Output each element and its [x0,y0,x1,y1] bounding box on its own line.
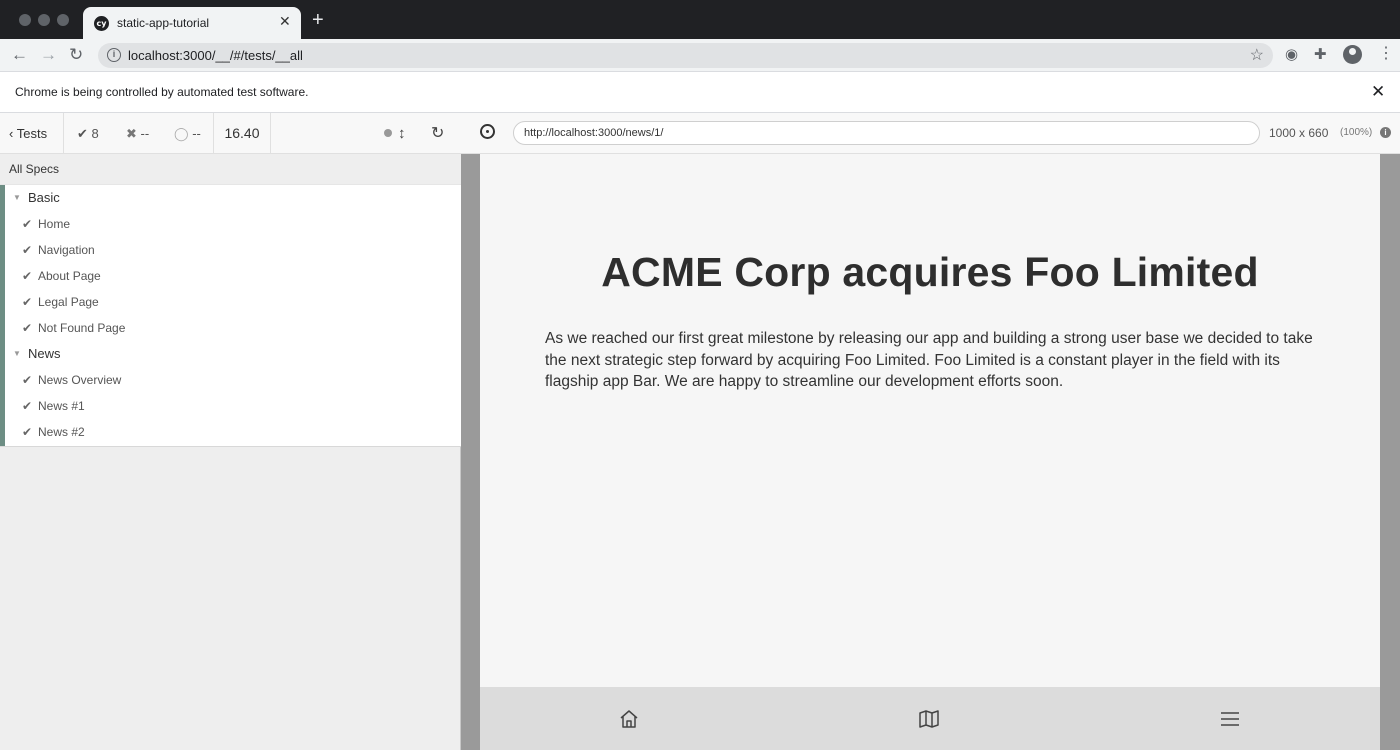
passed-count: 8 [91,126,99,141]
article-body: As we reached our first great milestone … [545,330,1313,390]
test-label: Navigation [38,243,95,257]
reporter-controls: ↕ ↻ [271,113,461,154]
reporter-header: ‹ Tests ✔ 8 ✖ -- ◯ -- 16.40 ↕ ↻ [0,113,461,154]
cypress-favicon-icon: cy [94,16,109,31]
caret-down-icon: ▼ [13,193,21,202]
new-tab-icon[interactable]: + [312,10,324,30]
home-icon[interactable] [618,708,640,730]
rerun-tests-icon[interactable]: ↻ [431,113,444,154]
aut-panel: http://localhost:3000/news/1/ 1000 x 660… [461,113,1400,750]
automation-infobar: Chrome is being controlled by automated … [0,72,1400,113]
extensions-puzzle-icon[interactable]: ✚ [1314,47,1327,63]
test-label: News Overview [38,373,122,387]
window-close-dot[interactable] [19,14,31,26]
browser-tab-bar: cy static-app-tutorial ✕ + [0,0,1400,39]
viewport-info-icon[interactable]: i [1380,127,1391,138]
caret-down-icon: ▼ [13,349,21,358]
window-zoom-dot[interactable] [57,14,69,26]
viewport-size: 1000 x 660 [1269,126,1329,140]
test-item[interactable]: ✔ Home [5,211,461,237]
test-label: News #1 [38,399,85,413]
test-item[interactable]: ✔ News #1 [5,393,461,419]
test-label: Not Found Page [38,321,126,335]
auto-scroll-toggle-icon[interactable]: ↕ [398,113,406,154]
window-minimize-dot[interactable] [38,14,50,26]
test-item[interactable]: ✔ News #2 [5,419,461,445]
back-to-tests-button[interactable]: ‹ Tests [0,113,64,154]
failed-count: -- [140,126,150,141]
address-bar[interactable]: i localhost:3000/__/#/tests/__all ☆ [98,43,1273,68]
bookmark-star-icon[interactable]: ☆ [1250,45,1264,65]
test-label: Home [38,217,71,231]
check-icon: ✔ [22,399,33,413]
menu-icon[interactable] [1219,708,1241,730]
check-icon: ✔ [77,126,88,141]
viewport-scale: (100%) [1340,127,1373,138]
infobar-message: Chrome is being controlled by automated … [15,85,309,99]
book-icon[interactable] [918,708,940,730]
cross-icon: ✖ [126,126,137,141]
browser-tab[interactable]: cy static-app-tutorial ✕ [83,7,301,39]
suite-label: Basic [28,190,60,205]
test-label: Legal Page [38,295,99,309]
check-icon: ✔ [22,269,33,283]
check-icon: ✔ [22,243,33,257]
suite-basic[interactable]: ▼ Basic [5,185,461,211]
cypress-reporter: ‹ Tests ✔ 8 ✖ -- ◯ -- 16.40 ↕ ↻ All Spec… [0,113,461,750]
pending-count: -- [192,126,201,141]
suite-label: News [28,346,61,361]
reporter-stats: ✔ 8 ✖ -- ◯ -- [64,113,214,154]
chevron-left-icon: ‹ [9,126,14,141]
passed-stat: ✔ 8 [77,113,99,154]
aut-url-field[interactable]: http://localhost:3000/news/1/ [513,121,1260,145]
more-menu-icon[interactable]: ⋮ [1378,45,1394,63]
all-specs-label: All Specs [0,154,461,185]
back-to-tests-label: Tests [16,126,48,141]
app-viewport: ACME Corp acquires Foo Limited As we rea… [480,154,1380,750]
browser-toolbar: ← → ↻ i localhost:3000/__/#/tests/__all … [0,39,1400,72]
failed-stat: ✖ -- [126,113,149,154]
profile-avatar-icon[interactable] [1343,45,1362,64]
test-item[interactable]: ✔ News Overview [5,367,461,393]
reload-icon[interactable]: ↻ [69,45,83,65]
check-icon: ✔ [22,425,33,439]
test-tree: ▼ Basic ✔ Home ✔ Navigation ✔ About Page… [0,185,461,447]
cypress-extension-icon[interactable]: ◉ [1285,47,1298,63]
pending-stat: ◯ -- [174,113,201,154]
check-icon: ✔ [22,373,33,387]
run-duration: 16.40 [214,113,271,154]
check-icon: ✔ [22,295,33,309]
check-icon: ✔ [22,321,33,335]
aut-header: http://localhost:3000/news/1/ 1000 x 660… [461,113,1400,154]
tab-close-icon[interactable]: ✕ [279,13,291,30]
article-title: ACME Corp acquires Foo Limited [601,249,1259,295]
test-item[interactable]: ✔ Legal Page [5,289,461,315]
test-item[interactable]: ✔ Navigation [5,237,461,263]
test-item[interactable]: ✔ About Page [5,263,461,289]
pending-circle-icon: ◯ [174,126,189,141]
test-label: About Page [38,269,101,283]
test-item[interactable]: ✔ Not Found Page [5,315,461,341]
selector-playground-crosshair-icon[interactable] [480,124,495,139]
suite-news[interactable]: ▼ News [5,341,461,367]
status-dot-icon [384,129,392,137]
back-arrow-icon[interactable]: ← [11,45,28,65]
tab-title: static-app-tutorial [117,16,210,30]
check-icon: ✔ [22,217,33,231]
site-info-icon[interactable]: i [107,48,121,62]
bottom-nav [480,687,1380,750]
forward-arrow-icon[interactable]: → [40,45,57,65]
address-bar-url: localhost:3000/__/#/tests/__all [128,48,303,63]
infobar-close-icon[interactable]: ✕ [1371,82,1385,102]
test-label: News #2 [38,425,85,439]
